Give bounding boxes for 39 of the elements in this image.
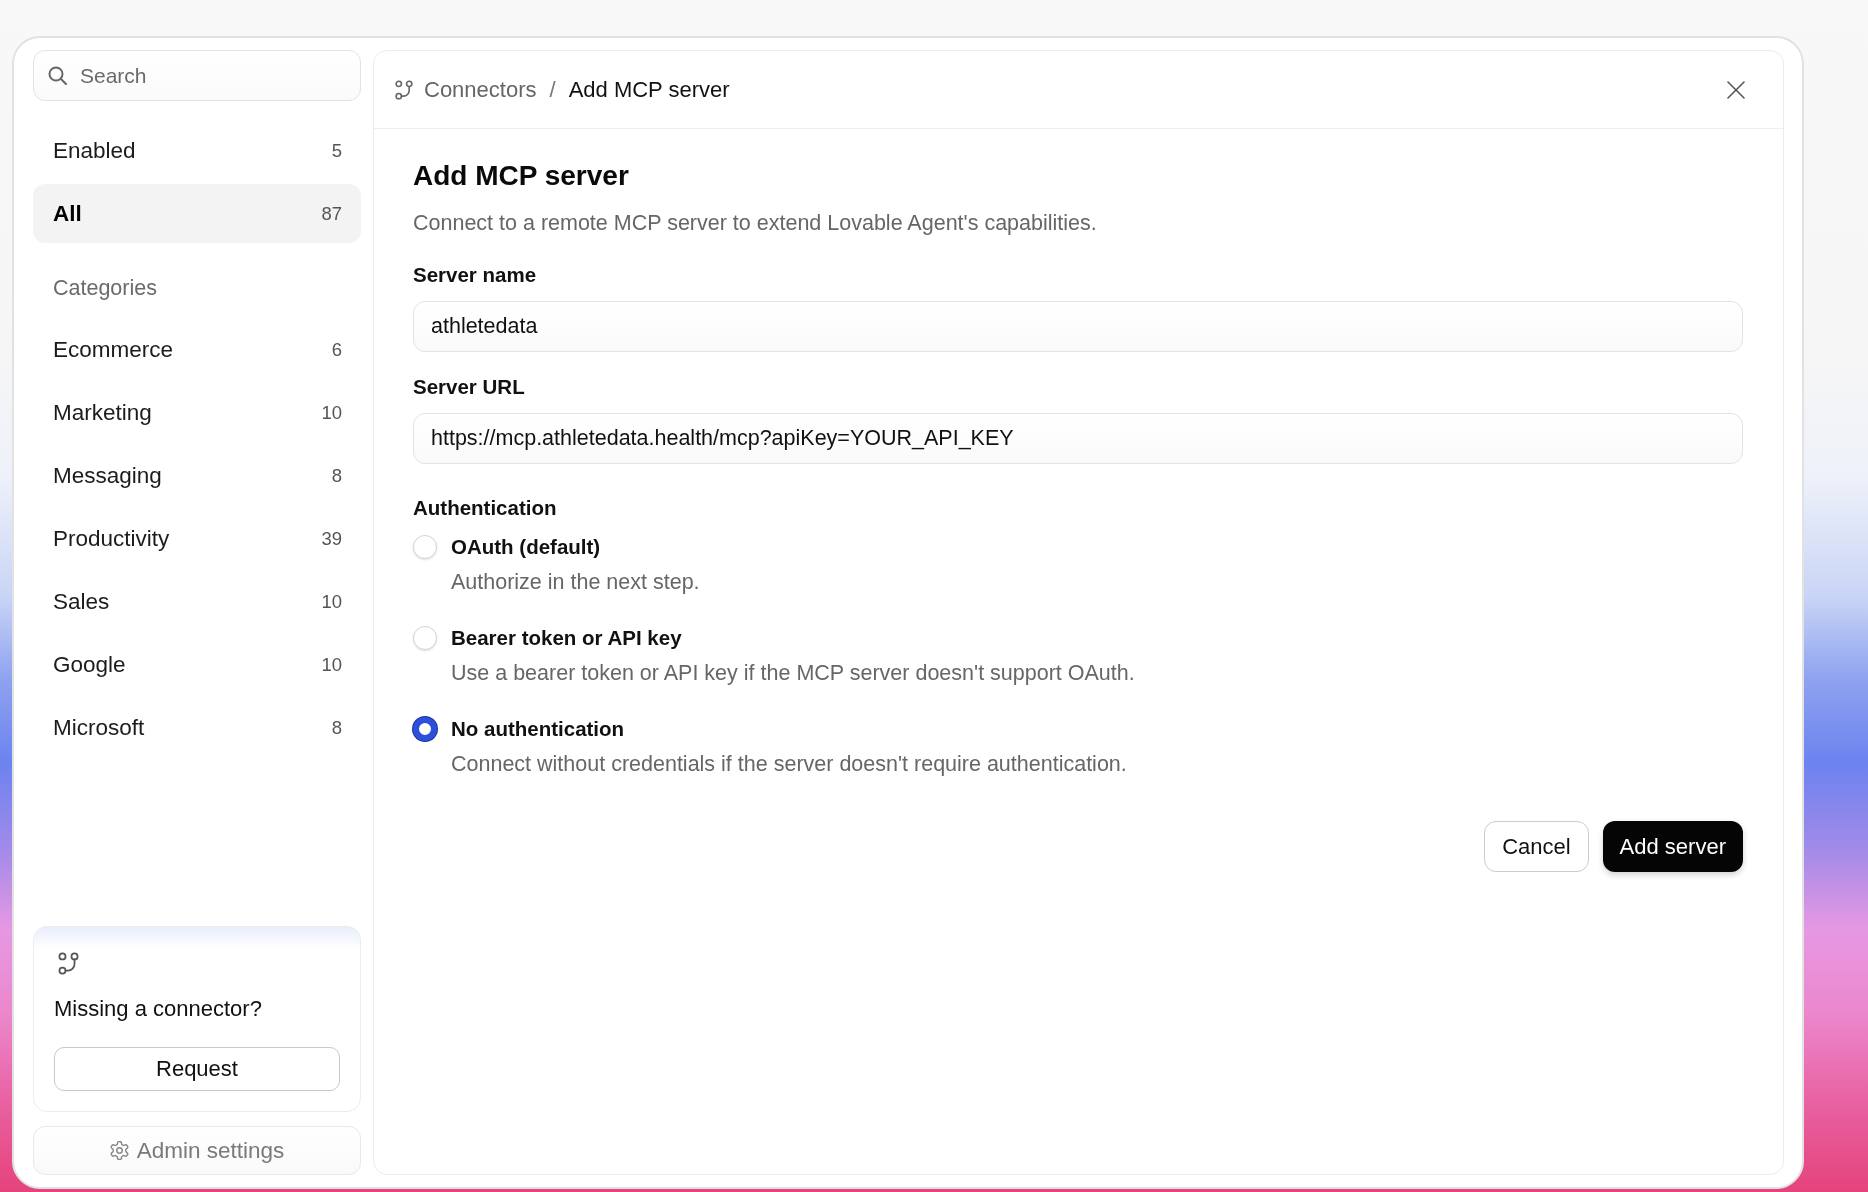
sidebar-item[interactable]: Sales 10 xyxy=(33,572,361,631)
sidebar-item[interactable]: All 87 xyxy=(33,184,361,243)
add-server-button[interactable]: Add server xyxy=(1602,821,1743,872)
breadcrumb-current: Add MCP server xyxy=(568,76,730,103)
field-label: Authentication xyxy=(413,496,558,520)
option-description: Authorize in the next step. xyxy=(451,570,700,594)
cancel-button[interactable]: Cancel xyxy=(1484,821,1589,872)
sidebar-item[interactable]: Messaging 8 xyxy=(33,446,361,505)
field-label: Server URL xyxy=(413,375,526,399)
sidebar-item[interactable]: Google 10 xyxy=(33,635,361,694)
option-label: No authentication xyxy=(451,717,626,741)
option-description: Connect without credentials if the server doesn't require authentication. xyxy=(451,752,1127,776)
option-label: Bearer token or API key xyxy=(451,626,683,650)
option-label: OAuth (default) xyxy=(451,535,602,559)
breadcrumb-link[interactable]: Connectors xyxy=(424,76,537,103)
sidebar-item[interactable]: Productivity 39 xyxy=(33,509,361,568)
text-input[interactable]: https://mcp.athletedata.health/mcp?apiKey=YOUR_API_KEY xyxy=(413,413,1743,464)
radio-button[interactable] xyxy=(413,717,437,741)
gear-icon xyxy=(109,1141,129,1160)
sidebar-item[interactable]: Microsoft 8 xyxy=(33,698,361,757)
field-label: Server name xyxy=(413,263,538,287)
section-heading: Categories xyxy=(52,276,158,300)
close-button[interactable] xyxy=(1727,80,1745,99)
form-subtitle: Connect to a remote MCP server to extend Lovable Agent's capabilities. xyxy=(413,210,1098,236)
search-icon xyxy=(48,66,67,85)
search-field[interactable]: Search xyxy=(33,50,361,101)
option-description: Use a bearer token or API key if the MCP server doesn't support OAuth. xyxy=(451,661,1135,685)
sidebar-item[interactable]: Enabled 5 xyxy=(33,121,361,180)
sidebar-item[interactable]: Ecommerce 6 xyxy=(33,320,361,379)
text-input[interactable]: athletedata xyxy=(413,301,1743,352)
close-icon xyxy=(1727,80,1745,99)
admin-settings-button[interactable]: Admin settings xyxy=(33,1126,361,1175)
card-title: Missing a connector? xyxy=(54,996,263,1022)
request-button[interactable]: Request xyxy=(54,1047,340,1091)
breadcrumb-separator: / xyxy=(549,76,556,103)
connector-icon xyxy=(58,952,79,975)
sidebar-item[interactable]: Marketing 10 xyxy=(33,383,361,442)
form-title: Add MCP server xyxy=(413,159,630,193)
connector-icon xyxy=(395,79,413,100)
